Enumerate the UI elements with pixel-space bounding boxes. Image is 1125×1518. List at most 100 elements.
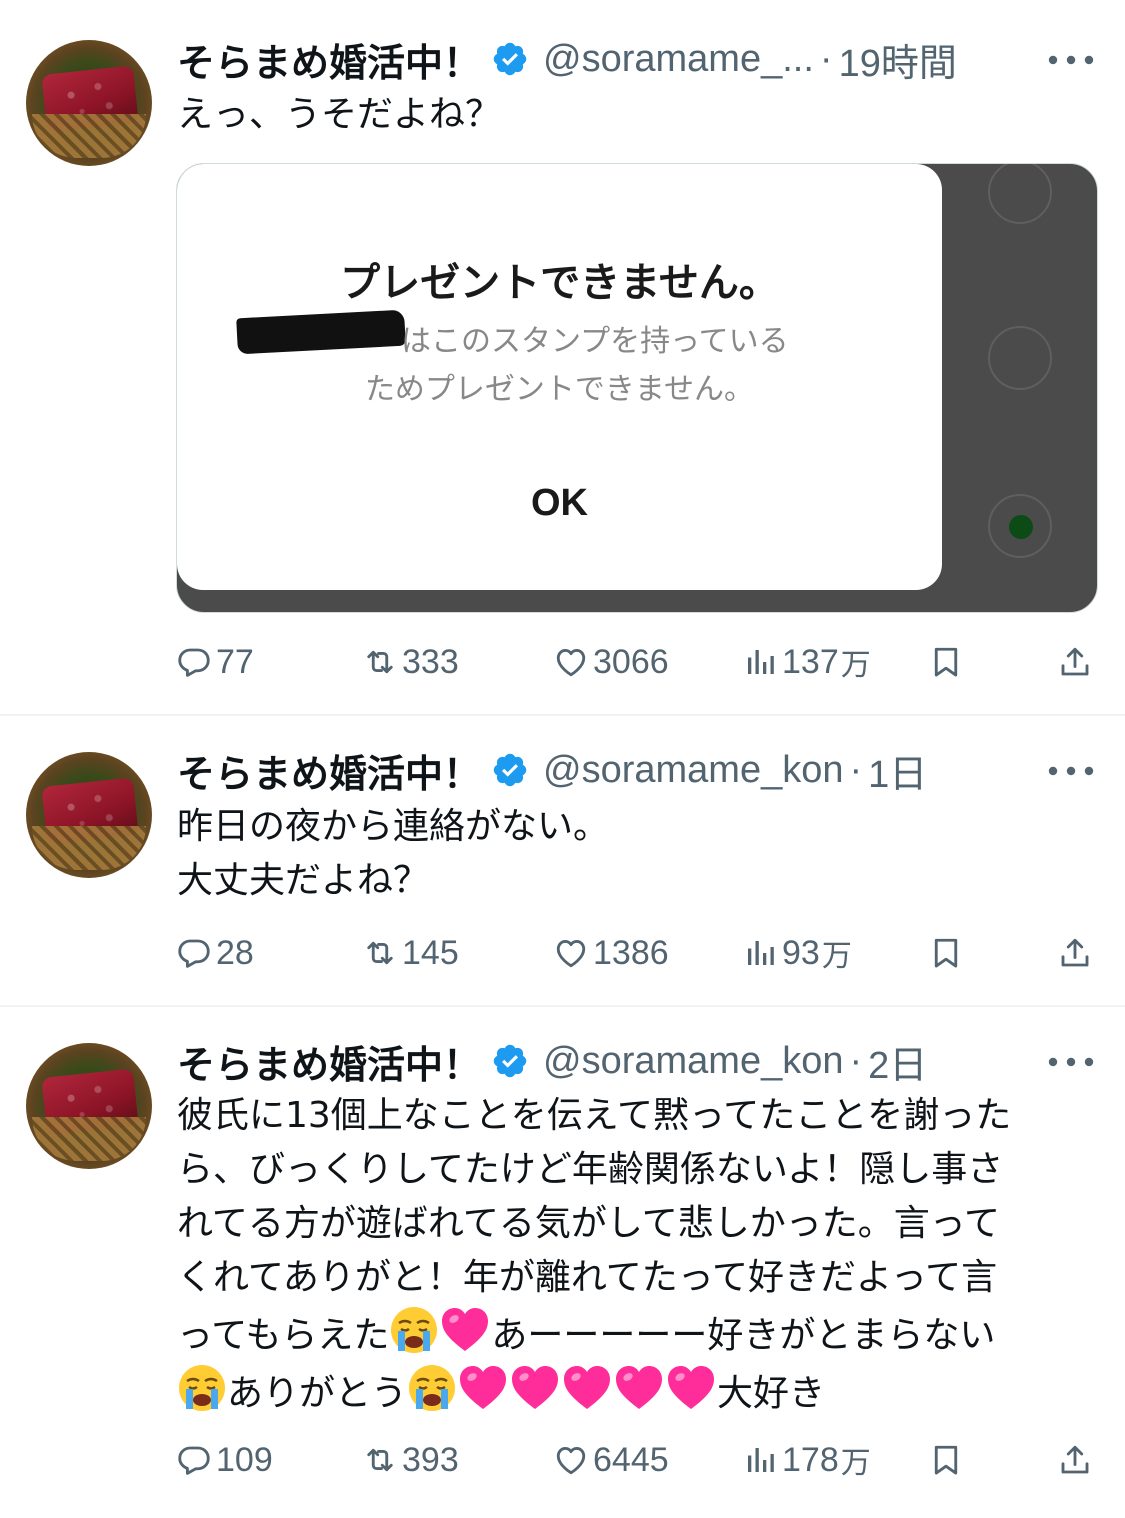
tweet-text-fragment: ってもらえた (177, 1315, 390, 1356)
tweet-1[interactable]: そらまめ婚活中！ @soramame_... · 19時間 えっ、うそだよね？ … (0, 0, 1125, 714)
tweet-media[interactable]: プレゼントできません。 はこのスタンプを持っている ためプレゼントできません。 … (176, 163, 1098, 613)
radio-option-selected (988, 494, 1052, 558)
bookmark-icon (928, 1442, 964, 1478)
timestamp[interactable]: 19時間 (839, 32, 957, 87)
separator: · (819, 37, 833, 80)
retweet-icon (362, 935, 398, 971)
tweet-header: そらまめ婚活中！ @soramame_... · 19時間 (177, 33, 957, 85)
views-icon (742, 935, 778, 971)
tweet-text: えっ、うそだよね？ (177, 88, 1097, 142)
pink-heart-emoji-icon (561, 1363, 613, 1413)
more-icon[interactable] (1046, 761, 1096, 781)
user-handle[interactable]: @soramame_kon (543, 1040, 843, 1083)
verified-icon[interactable] (491, 40, 529, 78)
tweet-text-line: れてる方が遊ばれてる気がして悲しかった。言って (177, 1203, 1000, 1244)
display-name[interactable]: そらまめ婚活中！ (177, 32, 481, 87)
retweet-count: 393 (402, 1440, 459, 1479)
share-button[interactable] (1057, 640, 1093, 684)
heart-icon (553, 1442, 589, 1478)
action-bar: 109 393 6445 178 万 (0, 1438, 1125, 1482)
avatar[interactable] (26, 40, 152, 166)
like-button[interactable]: 1386 (553, 931, 669, 975)
heart-icon (553, 644, 589, 680)
pink-heart-emoji-icon (613, 1363, 665, 1413)
pink-heart-emoji-icon (457, 1363, 509, 1413)
timestamp[interactable]: 2日 (868, 1034, 927, 1089)
avatar[interactable] (26, 752, 152, 878)
reply-button[interactable]: 77 (176, 640, 254, 684)
tweet-2[interactable]: そらまめ婚活中！ @soramame_kon · 1日 昨日の夜から連絡がない。… (0, 716, 1125, 1005)
share-icon (1057, 644, 1093, 680)
reply-button[interactable]: 109 (176, 1438, 273, 1482)
user-handle[interactable]: @soramame_kon (543, 749, 843, 792)
view-count: 137 (782, 642, 839, 681)
tweet-text-line: くれてありがと！年が離れてたって好きだよって言 (177, 1257, 998, 1298)
display-name[interactable]: そらまめ婚活中！ (177, 743, 481, 798)
dialog-screenshot: プレゼントできません。 はこのスタンプを持っている ためプレゼントできません。 … (177, 164, 942, 590)
view-count-unit: 万 (840, 1446, 871, 1481)
bookmark-button[interactable] (928, 1438, 964, 1482)
tweet-text-line: えっ、うそだよね？ (177, 94, 502, 135)
more-icon[interactable] (1046, 1052, 1096, 1072)
dialog-message-line1: はこのスタンプを持っている (401, 324, 789, 359)
timestamp[interactable]: 1日 (868, 743, 927, 798)
tweet-text-fragment: ありがとう (227, 1373, 408, 1414)
display-name[interactable]: そらまめ婚活中！ (177, 1034, 481, 1089)
radio-option (988, 164, 1052, 224)
tweet-3[interactable]: そらまめ婚活中！ @soramame_kon · 2日 彼氏に13個上なことを伝… (0, 1007, 1125, 1518)
retweet-icon (362, 1442, 398, 1478)
crying-face-emoji-icon (177, 1363, 227, 1413)
views-button[interactable]: 178 万 (742, 1438, 871, 1482)
basket-image (32, 826, 146, 870)
share-icon (1057, 1442, 1093, 1478)
redaction-mark (236, 309, 406, 355)
dialog-title: プレゼントできません。 (340, 260, 779, 306)
bookmark-button[interactable] (928, 640, 964, 684)
retweet-button[interactable]: 145 (362, 931, 459, 975)
reply-count: 77 (216, 642, 254, 681)
share-button[interactable] (1057, 1438, 1093, 1482)
tweet-text-fragment: あーーーーー好きがとまらない (491, 1315, 996, 1356)
pink-heart-emoji-icon (439, 1305, 491, 1355)
pink-heart-emoji-icon (665, 1363, 717, 1413)
basket-image (32, 1117, 146, 1161)
reply-icon (176, 935, 212, 971)
retweet-button[interactable]: 333 (362, 640, 459, 684)
dialog-message-line2: ためプレゼントできません。 (364, 372, 755, 407)
action-bar: 77 333 3066 137 万 (0, 640, 1125, 684)
avatar[interactable] (26, 1043, 152, 1169)
bookmark-button[interactable] (928, 931, 964, 975)
tweet-text-fragment: 大好き (717, 1373, 826, 1414)
like-count: 6445 (593, 1440, 669, 1479)
tweet-text-line: 彼氏に13個上なことを伝えて黙ってたことを謝った (177, 1095, 1012, 1136)
user-handle[interactable]: @soramame_... (543, 38, 814, 81)
tweet-header: そらまめ婚活中！ @soramame_kon · 1日 (177, 744, 927, 796)
separator: · (849, 1039, 863, 1082)
reply-count: 109 (216, 1440, 273, 1479)
views-button[interactable]: 93 万 (742, 931, 852, 975)
bookmark-icon (928, 644, 964, 680)
retweet-button[interactable]: 393 (362, 1438, 459, 1482)
reply-button[interactable]: 28 (176, 931, 254, 975)
tweet-text-line: ら、びっくりしてたけど年齢関係ないよ！隠し事さ (177, 1149, 1004, 1190)
tweet-header: そらまめ婚活中！ @soramame_kon · 2日 (177, 1035, 927, 1087)
radio-option (988, 326, 1052, 390)
dialog-ok-button: OK (531, 482, 588, 524)
views-button[interactable]: 137 万 (742, 640, 871, 684)
reply-count: 28 (216, 933, 254, 972)
retweet-count: 145 (402, 933, 459, 972)
reply-icon (176, 644, 212, 680)
verified-icon[interactable] (491, 751, 529, 789)
verified-icon[interactable] (491, 1042, 529, 1080)
like-button[interactable]: 6445 (553, 1438, 669, 1482)
view-count-unit: 万 (840, 648, 871, 683)
reply-icon (176, 1442, 212, 1478)
separator: · (849, 748, 863, 791)
basket-image (32, 114, 146, 158)
share-button[interactable] (1057, 931, 1093, 975)
more-icon[interactable] (1046, 50, 1096, 70)
like-count: 3066 (593, 642, 669, 681)
retweet-count: 333 (402, 642, 459, 681)
tweet-text: 昨日の夜から連絡がない。 大丈夫だよね？ (177, 800, 1097, 908)
like-button[interactable]: 3066 (553, 640, 669, 684)
